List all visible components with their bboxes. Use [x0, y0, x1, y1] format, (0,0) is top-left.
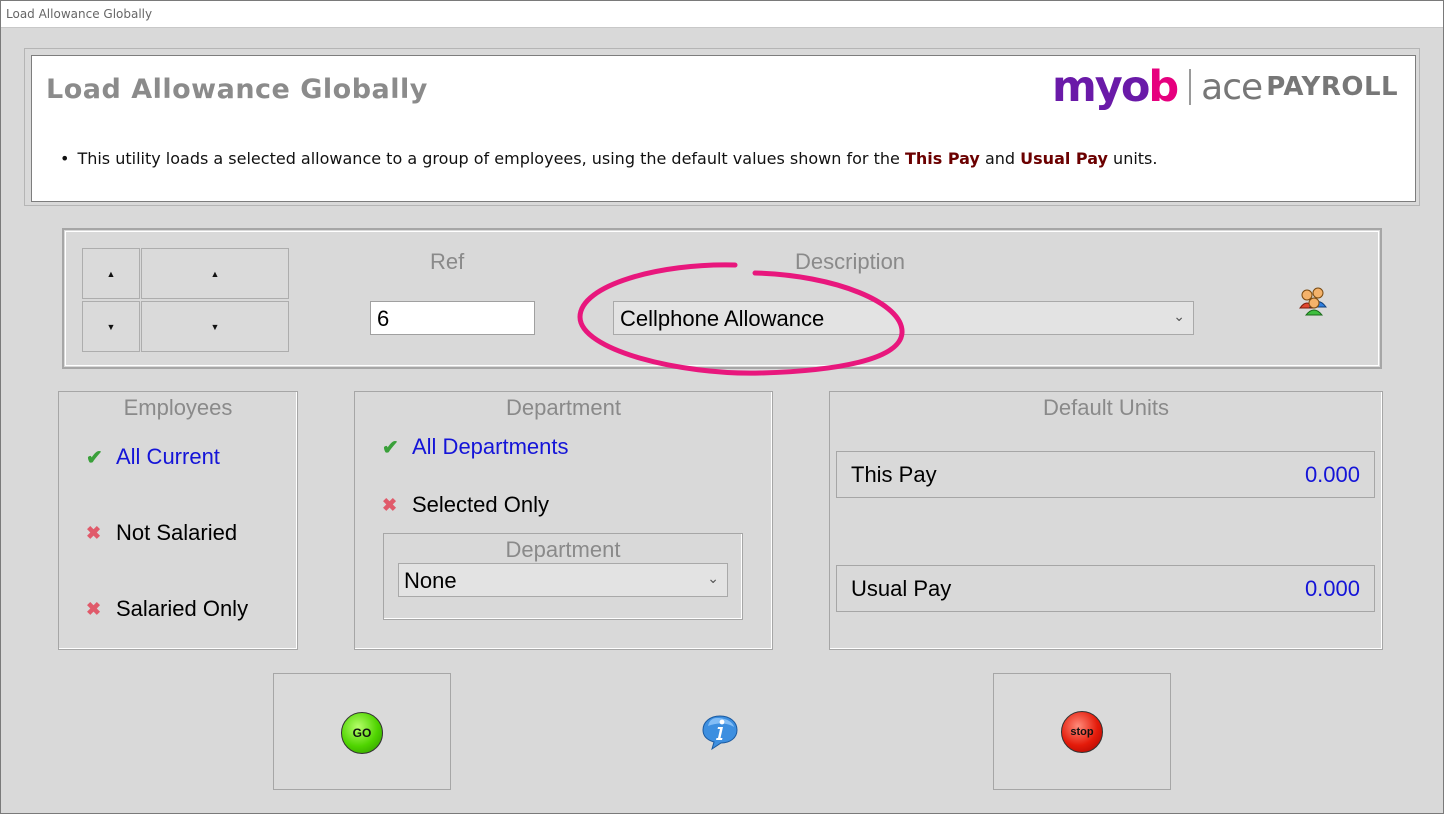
window-title: Load Allowance Globally: [6, 7, 153, 21]
down-arrow-icon: ▼: [106, 321, 116, 332]
stop-icon[interactable]: stop: [1061, 711, 1103, 753]
department-option-all[interactable]: ✔ All Departments: [382, 434, 569, 460]
employees-title: Employees: [123, 395, 233, 420]
department-select[interactable]: None ⌄: [398, 563, 728, 597]
employees-option-not-salaried[interactable]: ✖ Not Salaried: [86, 520, 237, 546]
default-units-title: Default Units: [1043, 395, 1169, 420]
ref-label: Ref: [430, 249, 465, 274]
up-arrow-icon: ▲: [210, 268, 220, 279]
department-sub-title: Department: [505, 537, 621, 562]
employees-option-salaried-only[interactable]: ✖ Salaried Only: [86, 596, 248, 622]
logo-myob: myob: [1052, 62, 1179, 112]
this-pay-label: This Pay: [851, 461, 937, 487]
info-icon[interactable]: [700, 712, 740, 752]
check-icon: ✔: [86, 446, 103, 469]
description-label: Description: [795, 249, 906, 274]
previous-record-button[interactable]: ▲: [141, 248, 289, 299]
first-record-button[interactable]: ▲: [82, 248, 140, 299]
chevron-down-icon: ⌄: [1173, 308, 1185, 324]
description-value: Cellphone Allowance: [620, 306, 825, 331]
usual-pay-label: Usual Pay: [851, 575, 952, 601]
go-icon[interactable]: GO: [341, 712, 383, 754]
employee-group-icon[interactable]: [1298, 284, 1330, 316]
down-arrow-icon: ▼: [210, 321, 220, 332]
this-pay-value[interactable]: 0.000: [1305, 462, 1360, 488]
up-arrow-icon: ▲: [106, 268, 116, 279]
usual-pay-emphasis: Usual Pay: [1020, 149, 1108, 168]
logo-separator: [1189, 69, 1192, 105]
next-record-button[interactable]: ▼: [141, 301, 289, 352]
description-select[interactable]: Cellphone Allowance ⌄: [613, 301, 1194, 335]
cross-icon: ✖: [86, 522, 102, 543]
usual-pay-value[interactable]: 0.000: [1305, 576, 1360, 602]
logo-payroll: PAYROLL: [1266, 72, 1399, 102]
utility-description: • This utility loads a selected allowance…: [60, 149, 1158, 168]
ref-input[interactable]: 6: [370, 301, 535, 335]
usual-pay-field[interactable]: Usual Pay 0.000: [836, 565, 1375, 612]
last-record-button[interactable]: ▼: [82, 301, 140, 352]
logo-ace: ace: [1201, 66, 1263, 108]
department-option-selected-only[interactable]: ✖ Selected Only: [382, 492, 549, 518]
page-title: Load Allowance Globally: [46, 74, 428, 105]
myob-ace-payroll-logo: myob ace PAYROLL: [1052, 62, 1398, 112]
department-select-value: None: [404, 568, 457, 593]
this-pay-field[interactable]: This Pay 0.000: [836, 451, 1375, 498]
employees-option-all-current[interactable]: ✔ All Current: [86, 444, 220, 470]
chevron-down-icon: ⌄: [707, 570, 719, 586]
check-icon: ✔: [382, 436, 399, 459]
department-title: Department: [506, 395, 621, 420]
cross-icon: ✖: [86, 598, 102, 619]
window-titlebar: Load Allowance Globally: [0, 0, 1444, 28]
this-pay-emphasis: This Pay: [904, 149, 980, 168]
cross-icon: ✖: [382, 494, 398, 515]
